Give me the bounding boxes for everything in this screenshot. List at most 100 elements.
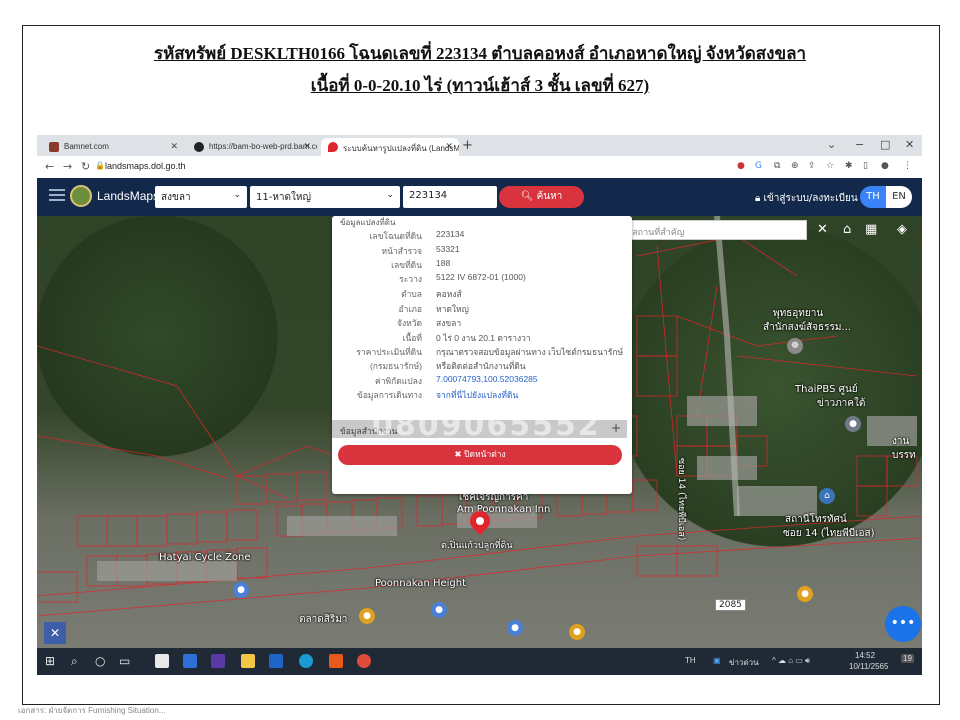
chevron-down-icon: ⌄ [386, 190, 394, 200]
restaurant-poi-icon[interactable]: ● [797, 586, 813, 602]
home-icon[interactable]: ⌂ [843, 222, 851, 237]
clock-time[interactable]: 14:52 [855, 651, 875, 660]
tab-landsmaps[interactable]: ระบบค้นหารูปแปลงที่ดิน (LandsMaps) ✕ [321, 138, 459, 156]
expand-plus-icon[interactable]: + [611, 421, 621, 435]
outlook-app-icon[interactable] [269, 654, 283, 668]
label-shop: Poonnakan Height [375, 578, 467, 589]
row-key: เลขโฉนดที่ดิน [369, 231, 422, 241]
news-widget-icon[interactable]: ▣ [713, 656, 721, 665]
share-icon[interactable]: ⇪ [808, 161, 816, 171]
tab-search-icon[interactable]: ⌄ [827, 138, 836, 151]
clear-search-icon[interactable]: ✕ [817, 222, 828, 237]
close-popup-button[interactable]: ✖ ปิดหน้าต่าง [338, 445, 622, 465]
bookmark-star-icon[interactable]: ☆ [826, 161, 834, 171]
popup-row: ข้อมูลการเดินทาง จากที่นี่ไปยังแปลงที่ดิน [332, 388, 632, 402]
new-tab-button[interactable]: + [462, 138, 473, 153]
place-search-input[interactable]: ค้นหาสถานที่สำคัญ [605, 220, 807, 240]
row-value: 223134 [436, 229, 465, 239]
lang-en-button[interactable]: EN [886, 186, 912, 208]
grid-icon[interactable]: ▦ [865, 222, 877, 237]
tab-bamnet[interactable]: Bamnet.com ✕ [42, 138, 184, 156]
login-link[interactable]: 🔒︎ เข้าสู่ระบบ/ลงทะเบียน [755, 191, 858, 206]
window-close-button[interactable]: ✕ [905, 138, 914, 151]
close-icon[interactable]: ✕ [303, 141, 311, 152]
extension-icon[interactable]: ● [737, 161, 745, 171]
lang-th-button[interactable]: TH [860, 186, 886, 208]
chevron-down-icon: ⌄ [233, 190, 241, 200]
measure-tool-icon[interactable]: ✕ [44, 622, 66, 644]
file-explorer-icon[interactable] [241, 654, 255, 668]
cortana-icon[interactable]: ○ [95, 654, 105, 668]
screenshot: Bamnet.com ✕ https://bam-bo-web-prd.bam.… [37, 135, 922, 675]
language-indicator[interactable]: TH [685, 656, 696, 665]
search-icon[interactable]: ⌕ [71, 654, 78, 669]
location-poi-icon[interactable]: ● [845, 416, 861, 432]
market-poi-icon[interactable]: ● [359, 608, 375, 624]
deed-number-input[interactable]: 223134 [403, 186, 497, 208]
directions-link[interactable]: จากที่นี่ไปยังแปลงที่ดิน [436, 388, 518, 402]
tab-label: https://bam-bo-web-prd.bam.co [209, 142, 317, 151]
maximize-button[interactable]: □ [880, 138, 890, 151]
label-village: ต.ปิ่นแก้วปลูกที่ดิน [441, 541, 513, 551]
map-view[interactable]: พุทธอุทยาน สำนักสงฆ์สัจธรรม... ☸ ThaiPBS… [37, 216, 922, 648]
school-poi-icon[interactable]: ⌂ [819, 488, 835, 504]
close-icon[interactable]: ✕ [170, 141, 178, 152]
bamnet-favicon-icon [49, 142, 59, 152]
hamburger-menu-icon[interactable] [49, 189, 65, 201]
popup-row: ค่าพิกัดแปลง 7.00074793,100.52036285 [332, 374, 632, 388]
translate-icon[interactable]: ⧉ [774, 161, 780, 171]
chrome-browser-icon[interactable] [357, 654, 371, 668]
row-key: ข้อมูลการเดินทาง [357, 390, 422, 400]
store-poi-icon[interactable]: ● [507, 620, 523, 636]
shop-poi-icon[interactable]: ● [431, 602, 447, 618]
tray-icons[interactable]: ^ ☁ ⌂ ▭ 🔊︎ [772, 656, 810, 666]
mail-app-icon[interactable] [183, 654, 197, 668]
tab-label: Bamnet.com [64, 142, 109, 151]
clock-date[interactable]: 10/11/2565 [849, 662, 888, 671]
minimize-button[interactable]: − [855, 138, 864, 151]
edge-browser-icon[interactable] [299, 654, 313, 668]
reload-icon[interactable]: ↻ [81, 160, 90, 173]
popup-row: ราคาประเมินที่ดิน กรุณาตรวจสอบข้อมูลผ่านท… [332, 345, 632, 359]
layers-icon[interactable]: ◈ [897, 222, 907, 237]
google-icon[interactable]: G [755, 161, 762, 171]
district-select[interactable]: 11-หาดใหญ่ ⌄ [250, 186, 400, 208]
search-button[interactable]: 🔍︎ ค้นหา [499, 186, 584, 208]
task-view-icon[interactable]: ▭ [119, 654, 130, 668]
forward-arrow-icon[interactable]: → [63, 160, 72, 173]
tab-bam-bo[interactable]: https://bam-bo-web-prd.bam.co ✕ [187, 138, 317, 156]
row-key: เลขที่ดิน [391, 260, 422, 270]
popup-row: (กรมธนารักษ์) หรือติดต่อสำนักงานที่ดิน [332, 359, 632, 373]
restaurant-poi-icon[interactable]: ● [569, 624, 585, 640]
close-icon[interactable]: ✕ [445, 141, 453, 152]
zoom-icon[interactable]: ⊕ [791, 161, 799, 171]
popup-row: หน้าสำรวจ 53321 [332, 244, 632, 258]
back-arrow-icon[interactable]: ← [45, 160, 54, 173]
app-icon[interactable] [211, 654, 225, 668]
label-right-2: บรรท [892, 450, 916, 461]
app-icon[interactable] [329, 654, 343, 668]
shop-poi-icon[interactable]: ● [233, 582, 249, 598]
calculator-app-icon[interactable] [155, 654, 169, 668]
windows-start-icon[interactable]: ⊞ [45, 654, 55, 668]
row-value: หาดใหญ่ [436, 304, 469, 314]
notification-badge[interactable]: 19 [901, 654, 914, 663]
row-value: 188 [436, 258, 451, 268]
label-temple-2: สำนักสงฆ์สัจธรรม... [763, 322, 851, 333]
login-label: เข้าสู่ระบบ/ลงทะเบียน [763, 193, 858, 204]
temple-poi-icon[interactable]: ☸ [787, 338, 803, 354]
url-field[interactable]: landsmaps.dol.go.th [105, 161, 186, 171]
coordinates-link[interactable]: 7.00074793,100.52036285 [436, 374, 538, 384]
sidebar-icon[interactable]: ▯ [863, 161, 868, 171]
province-select[interactable]: สงขลา ⌄ [155, 186, 247, 208]
news-widget-label[interactable]: ข่าวด่วน [729, 656, 759, 669]
profile-icon[interactable]: ● [881, 161, 889, 171]
more-menu-icon[interactable]: ⋮ [903, 161, 912, 171]
location-pin-favicon-icon [328, 142, 338, 152]
phone-watermark: 0809065552 [372, 408, 601, 443]
extensions-puzzle-icon[interactable]: ✱ [845, 161, 853, 171]
popup-row: เลขที่ดิน 188 [332, 258, 632, 272]
browser-tabbar: Bamnet.com ✕ https://bam-bo-web-prd.bam.… [37, 135, 922, 156]
brand-name: LandsMaps [97, 189, 160, 203]
more-actions-button[interactable]: ••• [885, 606, 921, 642]
